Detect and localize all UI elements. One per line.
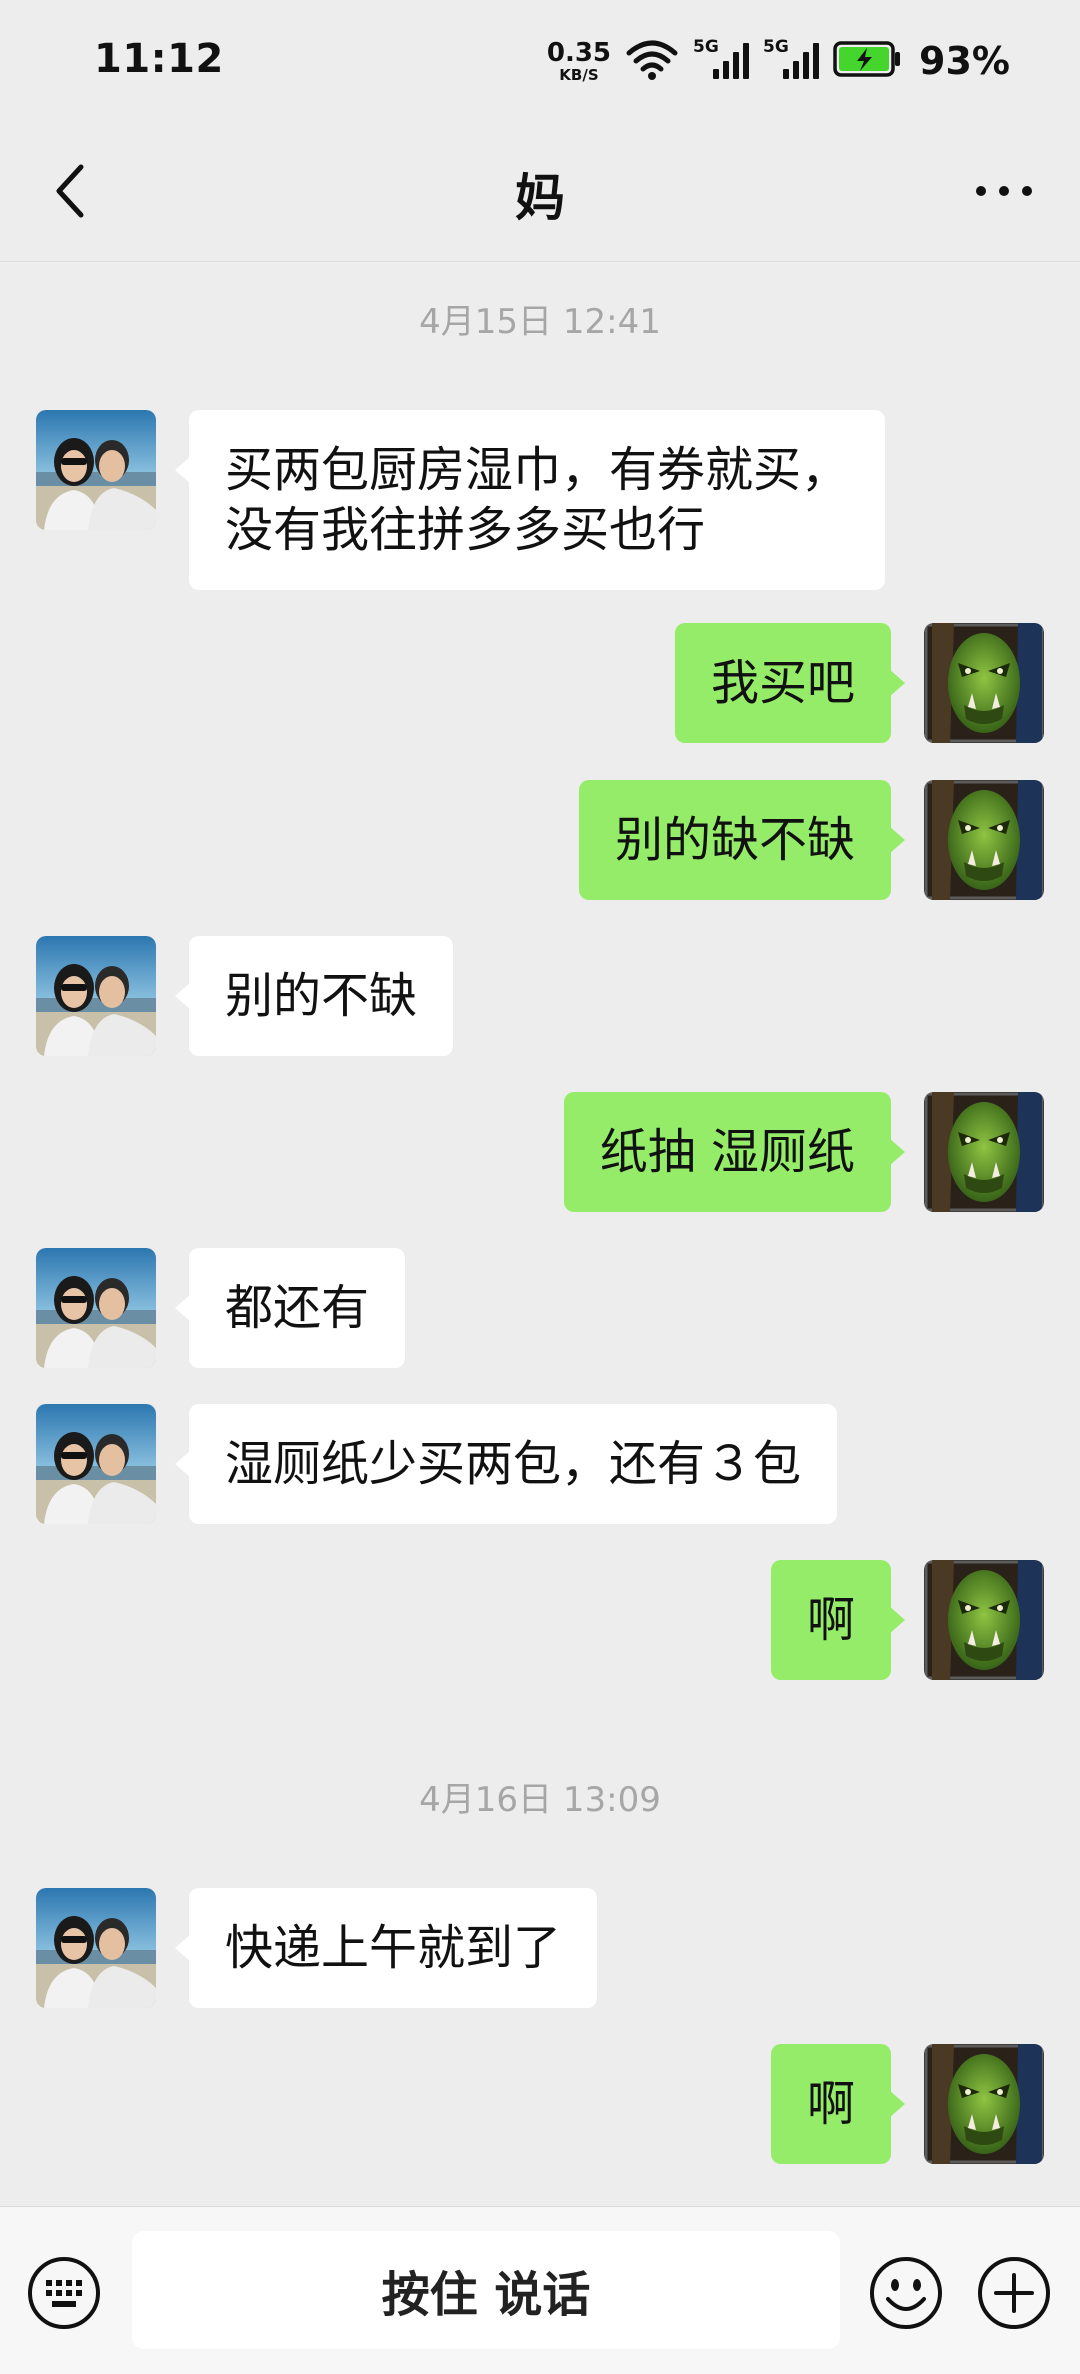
my-photo [924, 1560, 1044, 1680]
input-bar: 按住 说话 [0, 2206, 1080, 2374]
network-speed: 0.35 KB/S [547, 40, 611, 83]
contact-photo [36, 1888, 156, 2008]
chat-title: 妈 [515, 169, 565, 227]
contact-photo [36, 410, 156, 530]
contact-photo [36, 1404, 156, 1524]
contact-avatar[interactable] [36, 936, 156, 1056]
timestamp: 4月15日 12:41 [419, 302, 661, 342]
network-speed-value: 0.35 [546, 37, 612, 68]
signal-sim2-icon: 5G [763, 37, 820, 83]
sent-message-bubble[interactable]: 纸抽 湿厕纸 [563, 1092, 906, 1212]
received-message-bubble[interactable]: 都还有 [174, 1248, 406, 1368]
my-photo [924, 623, 1044, 743]
keyboard-icon [28, 2257, 100, 2329]
emoji-button[interactable] [868, 2255, 944, 2331]
my-photo [924, 1092, 1044, 1212]
my-photo [924, 780, 1044, 900]
battery-percent: 93% [919, 39, 1010, 83]
status-time: 11:12 [94, 36, 224, 82]
my-photo [924, 2044, 1044, 2164]
signal-sim2-label: 5G [763, 37, 789, 57]
contact-avatar[interactable] [36, 1404, 156, 1524]
plus-circle-icon [978, 2257, 1050, 2329]
chat-header: 妈 [0, 120, 1080, 262]
my-avatar[interactable] [924, 1092, 1044, 1212]
sent-message-bubble[interactable]: 别的缺不缺 [578, 780, 906, 900]
contact-avatar[interactable] [36, 1248, 156, 1368]
contact-photo [36, 1248, 156, 1368]
my-avatar[interactable] [924, 623, 1044, 743]
smiley-icon [870, 2257, 942, 2329]
sent-message-bubble[interactable]: 啊 [770, 1560, 906, 1680]
contact-photo [36, 936, 156, 1056]
hold-to-talk-button[interactable]: 按住 说话 [132, 2231, 840, 2349]
keyboard-toggle-button[interactable] [26, 2255, 102, 2331]
battery-charging-icon [833, 40, 901, 82]
wifi-icon [625, 37, 679, 85]
signal-sim1-icon: 5G [693, 37, 750, 83]
my-avatar[interactable] [924, 2044, 1044, 2164]
my-avatar[interactable] [924, 1560, 1044, 1680]
sent-message-bubble[interactable]: 啊 [770, 2044, 906, 2164]
received-message-bubble[interactable]: 买两包厨房湿巾，有券就买， 没有我往拼多多买也行 [174, 410, 886, 590]
more-dots-icon [976, 186, 1032, 196]
received-message-bubble[interactable]: 湿厕纸少买两包，还有３包 [174, 1404, 838, 1524]
sent-message-bubble[interactable]: 我买吧 [674, 623, 906, 743]
chat-screen: 11:12 0.35 KB/S 5G 5G 93% 妈 4月15日 12:41 … [0, 0, 1080, 2374]
more-button[interactable] [964, 156, 1044, 226]
received-message-bubble[interactable]: 快递上午就到了 [174, 1888, 598, 2008]
more-functions-button[interactable] [976, 2255, 1052, 2331]
my-avatar[interactable] [924, 780, 1044, 900]
received-message-bubble[interactable]: 别的不缺 [174, 936, 454, 1056]
contact-avatar[interactable] [36, 410, 156, 530]
status-bar: 11:12 0.35 KB/S 5G 5G 93% [0, 0, 1080, 120]
timestamp: 4月16日 13:09 [419, 1780, 661, 1820]
network-speed-unit: KB/S [559, 65, 599, 84]
signal-sim1-label: 5G [693, 37, 719, 57]
contact-avatar[interactable] [36, 1888, 156, 2008]
status-icons: 0.35 KB/S 5G 5G 93% [547, 36, 1010, 86]
